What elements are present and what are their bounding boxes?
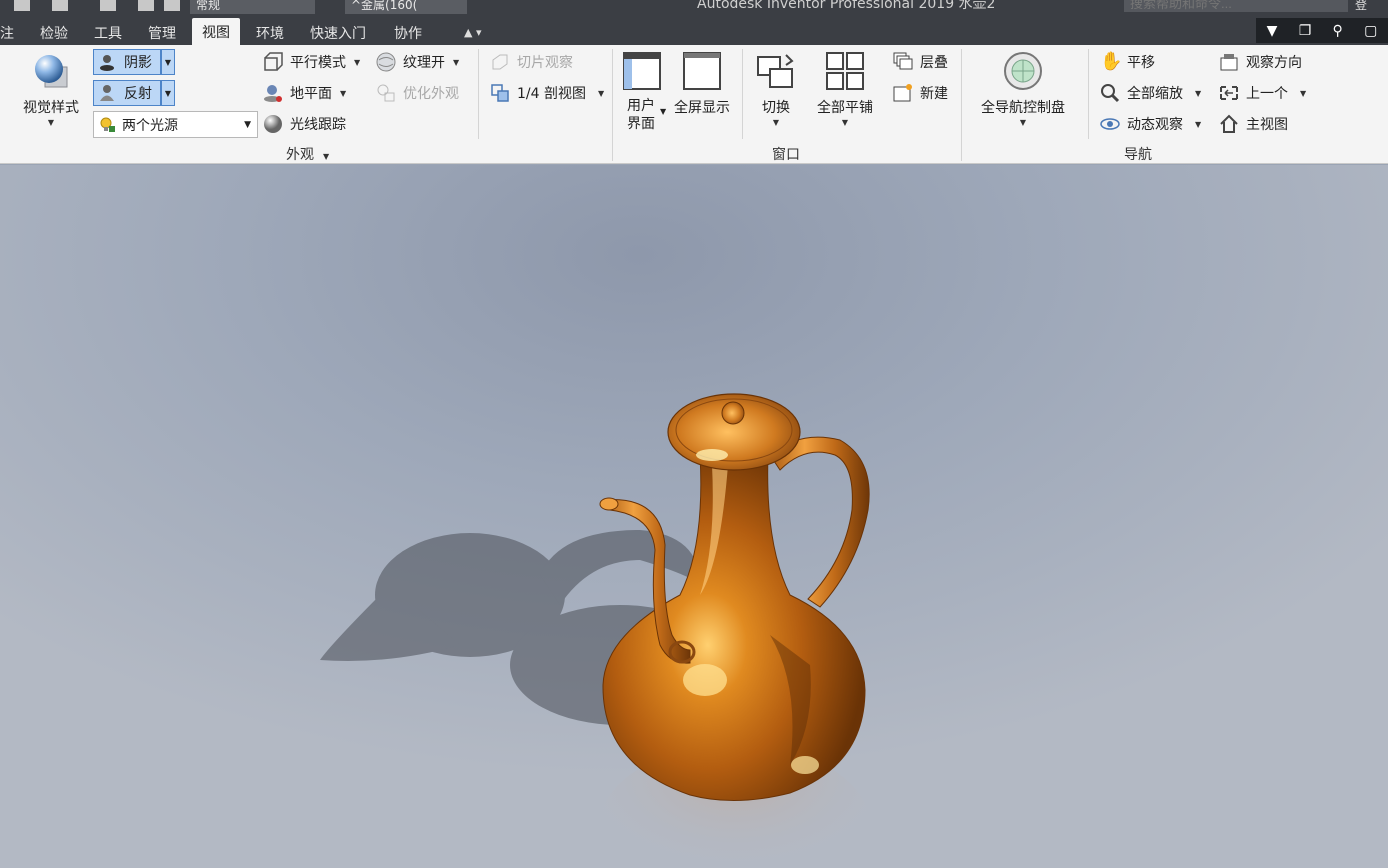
slice-graphics-button: 切片观察 xyxy=(490,52,573,72)
parallel-mode-button[interactable]: 平行模式 ▼ xyxy=(263,52,360,72)
texture-icon xyxy=(376,52,396,72)
sign-in-user[interactable]: 登 xyxy=(1355,0,1367,13)
select-icon[interactable] xyxy=(100,0,116,11)
user-interface-button[interactable]: 用户 ▼ 界面 xyxy=(620,51,666,133)
restore-icon[interactable]: ❐ xyxy=(1299,23,1312,39)
ribbon-display-options-icon[interactable]: ▲ ▾ xyxy=(464,26,481,39)
chevron-down-icon: ▼ xyxy=(841,118,849,127)
visual-style-button[interactable]: 视觉样式 ▼ xyxy=(18,51,84,127)
parallel-mode-icon xyxy=(263,52,283,72)
maximize-icon[interactable]: ▢ xyxy=(1364,23,1377,39)
tab-tools[interactable]: 工具 xyxy=(94,23,122,43)
save-icon[interactable] xyxy=(52,0,68,11)
chevron-down-icon: ▼ xyxy=(47,118,55,127)
ribbon-view: 视觉样式 ▼ 阴影 ▼ 反射 ▼ 两个光源 ▼ 平行模式 ▼ 地平面 ▼ 光线跟踪 … xyxy=(0,45,1388,164)
texture-on-button[interactable]: 纹理开 ▼ xyxy=(376,52,459,72)
panel-title-appearance[interactable]: 外观 ▼ xyxy=(286,144,329,164)
ground-plane-icon xyxy=(263,83,283,103)
optimize-appearance-icon xyxy=(376,83,396,103)
window-title: Autodesk Inventor Professional 2019 水壶2 xyxy=(697,0,996,12)
tab-get-started[interactable]: 快速入门 xyxy=(310,23,366,43)
shadow-toggle[interactable]: 阴影 xyxy=(93,49,161,75)
optimize-appearance-button: 优化外观 xyxy=(376,83,459,103)
tab-inspect[interactable]: 检验 xyxy=(40,23,68,43)
quick-access-toolbar xyxy=(14,0,184,14)
divider xyxy=(1088,49,1089,139)
look-at-button[interactable]: 观察方向 xyxy=(1219,52,1302,72)
divider xyxy=(961,49,962,161)
reflection-icon xyxy=(98,84,116,102)
section-view-icon xyxy=(490,83,510,103)
switch-window-icon xyxy=(756,51,796,91)
teapot-model[interactable] xyxy=(0,165,1388,868)
undo-icon[interactable] xyxy=(138,0,154,11)
shadow-icon xyxy=(98,53,116,71)
light-bulb-icon xyxy=(98,116,116,134)
lighting-style-select[interactable]: 两个光源 ▼ xyxy=(93,111,258,138)
reflection-dropdown[interactable]: ▼ xyxy=(161,80,175,106)
divider xyxy=(478,49,479,139)
full-navigation-wheel-button[interactable]: 全导航控制盘 ▼ xyxy=(976,51,1070,127)
tab-view[interactable]: 视图 xyxy=(192,18,240,45)
ground-plane-button[interactable]: 地平面 ▼ xyxy=(263,83,346,103)
dropdown-icon[interactable]: ▼ xyxy=(1267,23,1278,39)
quarter-section-view-button[interactable]: 1/4 剖视图 ▼ xyxy=(490,83,604,103)
appearance-combo[interactable]: 常规 xyxy=(190,0,315,14)
window-controls: ▼ ❐ ⚲ ▢ xyxy=(1256,18,1388,43)
navigation-wheel-icon xyxy=(1003,51,1043,91)
cascade-icon xyxy=(893,52,913,72)
home-view-button[interactable]: 主视图 xyxy=(1219,114,1288,134)
tab-environments[interactable]: 环境 xyxy=(256,23,284,43)
look-at-icon xyxy=(1219,52,1239,72)
material-combo[interactable]: ^金属(160( xyxy=(345,0,467,14)
new-window-icon xyxy=(893,83,913,103)
teapot-handle xyxy=(769,436,870,608)
orbit-icon xyxy=(1100,114,1120,134)
lid-knob xyxy=(721,401,745,425)
title-bar: 常规 ^金属(160( Autodesk Inventor Profession… xyxy=(0,0,1388,14)
chevron-down-icon: ▼ xyxy=(1019,118,1027,127)
shadow-dropdown[interactable]: ▼ xyxy=(161,49,175,75)
panel-title-navigate: 导航 xyxy=(1124,147,1152,163)
user-interface-icon xyxy=(622,51,662,91)
help-search-input[interactable] xyxy=(1124,0,1348,12)
fullscreen-icon xyxy=(682,51,722,91)
tab-annotate[interactable]: 注 xyxy=(0,23,14,43)
panel-title-window: 窗口 xyxy=(772,147,800,163)
reflection-toggle[interactable]: 反射 xyxy=(93,80,161,106)
switch-window-button[interactable]: 切换 ▼ xyxy=(754,51,798,127)
previous-view-icon xyxy=(1219,83,1239,103)
material-icon[interactable] xyxy=(164,0,180,11)
fullscreen-button[interactable]: 全屏显示 xyxy=(671,51,733,117)
home-icon xyxy=(1219,114,1239,134)
home-icon[interactable] xyxy=(14,0,30,11)
pan-hand-icon: ✋ xyxy=(1100,51,1123,72)
tile-all-button[interactable]: 全部平铺 ▼ xyxy=(814,51,876,127)
previous-view-button[interactable]: 上一个 ▼ xyxy=(1219,83,1306,103)
divider xyxy=(742,49,743,139)
graphics-viewport[interactable] xyxy=(0,165,1388,868)
tab-manage[interactable]: 管理 xyxy=(148,23,176,43)
tab-collaborate[interactable]: 协作 xyxy=(394,23,422,43)
search-icon[interactable]: ⚲ xyxy=(1333,23,1343,39)
zoom-all-button[interactable]: 全部缩放 ▼ xyxy=(1100,83,1201,103)
slice-icon xyxy=(490,52,510,72)
chevron-down-icon: ▼ xyxy=(244,120,251,130)
new-window-button[interactable]: 新建 xyxy=(893,83,948,103)
ray-tracing-icon xyxy=(263,114,283,134)
zoom-icon xyxy=(1100,83,1120,103)
ray-tracing-button[interactable]: 光线跟踪 xyxy=(263,114,346,134)
divider xyxy=(612,49,613,161)
chevron-down-icon: ▼ xyxy=(772,118,780,127)
pan-button[interactable]: ✋ 平移 xyxy=(1100,52,1155,72)
orbit-button[interactable]: 动态观察 ▼ xyxy=(1100,114,1201,134)
tile-all-icon xyxy=(825,51,865,91)
visual-style-icon xyxy=(31,51,71,91)
ribbon-tab-bar: 注 检验 工具 管理 视图 环境 快速入门 协作 ▲ ▾ ▼ ❐ ⚲ ▢ xyxy=(0,14,1388,45)
cascade-button[interactable]: 层叠 xyxy=(893,52,948,72)
